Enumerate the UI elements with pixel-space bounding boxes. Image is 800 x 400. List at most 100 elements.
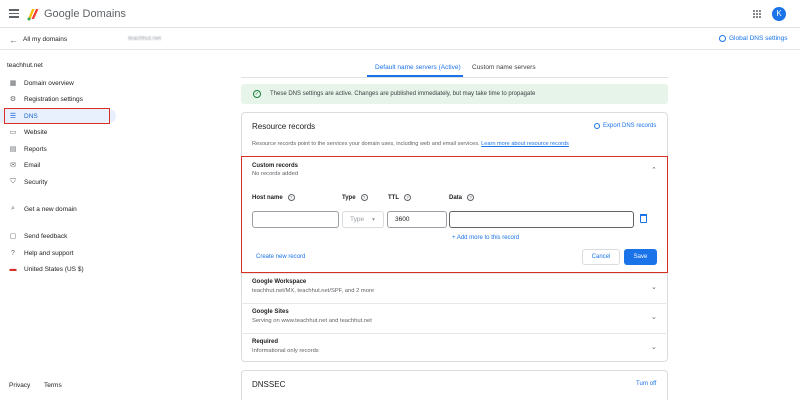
security-icon: ⛉ bbox=[10, 178, 16, 185]
website-icon: ▭ bbox=[9, 129, 17, 136]
sidebar-item-label: Domain overview bbox=[24, 79, 74, 87]
google-workspace-subtitle: teachhut.net/MX, teachhut.net/SPF, and 2… bbox=[252, 288, 375, 294]
export-label: Export DNS records bbox=[603, 123, 657, 129]
create-new-record-button[interactable]: Create new record bbox=[256, 254, 305, 260]
learn-more-link[interactable]: Learn more about resource records bbox=[481, 141, 569, 147]
dnssec-card bbox=[241, 370, 668, 400]
cancel-button[interactable]: Cancel bbox=[582, 249, 620, 265]
required-records-title[interactable]: Required bbox=[252, 339, 278, 345]
dropdown-arrow-icon: ▼ bbox=[371, 216, 376, 223]
sidebar-item-label: Security bbox=[24, 178, 48, 186]
sidebar-item-label: Get a new domain bbox=[24, 205, 77, 213]
google-sites-subtitle: Serving on www.teachhut.net and teachhut… bbox=[252, 318, 372, 324]
chevron-up-icon[interactable]: ⌃ bbox=[651, 166, 657, 174]
sidebar-item-security[interactable]: ⛉ Security bbox=[0, 175, 116, 189]
sidebar-item-email[interactable]: ✉ Email bbox=[0, 158, 116, 172]
globe-icon bbox=[719, 35, 726, 42]
data-label: Data? bbox=[449, 194, 475, 201]
global-dns-settings-link[interactable]: Global DNS settings bbox=[719, 35, 788, 42]
site-name: teachhut.net bbox=[7, 62, 43, 69]
search-icon: ⌕ bbox=[11, 205, 15, 212]
reports-icon: ▤ bbox=[9, 146, 17, 153]
dns-active-banner: ✓ These DNS settings are active. Changes… bbox=[241, 84, 668, 104]
sidebar-item-get-new-domain[interactable]: ⌕ Get a new domain bbox=[0, 202, 116, 216]
sidebar-item-label: Registration settings bbox=[24, 95, 83, 103]
email-icon: ✉ bbox=[10, 162, 16, 169]
section-divider bbox=[241, 273, 668, 274]
all-domains-link[interactable]: All my domains bbox=[23, 36, 67, 43]
banner-text: These DNS settings are active. Changes a… bbox=[270, 91, 536, 97]
sidebar-item-registration-settings[interactable]: ⚙ Registration settings bbox=[0, 92, 116, 106]
feedback-icon: ▢ bbox=[9, 233, 17, 240]
sidebar-item-label: Help and support bbox=[24, 249, 74, 257]
section-divider bbox=[241, 303, 668, 304]
type-select[interactable]: Type ▼ bbox=[342, 211, 384, 228]
dns-highlight-box bbox=[4, 108, 110, 124]
help-icon[interactable]: ? bbox=[404, 194, 411, 201]
host-name-label: Host name? bbox=[252, 194, 295, 201]
help-icon[interactable]: ? bbox=[360, 194, 368, 201]
domain-breadcrumb: teachhut.net bbox=[128, 36, 162, 42]
chevron-down-icon[interactable]: ⌄ bbox=[651, 313, 657, 321]
save-button[interactable]: Save bbox=[624, 249, 657, 265]
ttl-text: TTL bbox=[388, 194, 399, 201]
ttl-label: TTL? bbox=[388, 194, 411, 201]
google-sites-title[interactable]: Google Sites bbox=[252, 309, 289, 315]
sidebar-item-send-feedback[interactable]: ▢ Send feedback bbox=[0, 229, 116, 243]
data-input[interactable] bbox=[449, 211, 634, 228]
check-circle-icon: ✓ bbox=[253, 90, 261, 98]
top-app-bar: Google Domains K bbox=[0, 0, 800, 28]
us-flag-icon: ▬ bbox=[9, 265, 17, 273]
tab-default-name-servers[interactable]: Default name servers (Active) bbox=[375, 64, 461, 71]
turn-off-dnssec-button[interactable]: Turn off bbox=[636, 381, 656, 387]
type-text: Type bbox=[342, 194, 356, 201]
trash-icon[interactable] bbox=[640, 214, 647, 223]
sidebar-item-label: Send feedback bbox=[24, 232, 68, 240]
help-icon[interactable]: ? bbox=[287, 194, 295, 201]
back-arrow-icon[interactable]: ← bbox=[9, 35, 18, 45]
menu-icon[interactable] bbox=[9, 9, 19, 18]
tabs-divider bbox=[241, 77, 668, 78]
resource-records-title: Resource records bbox=[252, 122, 316, 131]
custom-records-subtitle: No records added bbox=[252, 171, 299, 177]
help-icon: ? bbox=[11, 249, 15, 257]
tab-custom-name-servers[interactable]: Custom name servers bbox=[472, 64, 536, 71]
add-more-to-record-button[interactable]: + Add more to this record bbox=[452, 235, 519, 241]
chevron-down-icon[interactable]: ⌄ bbox=[651, 343, 657, 351]
sidebar-item-label: Website bbox=[24, 128, 48, 136]
settings-icon: ⚙ bbox=[9, 96, 17, 103]
google-workspace-title[interactable]: Google Workspace bbox=[252, 279, 306, 285]
sub-header bbox=[0, 28, 800, 50]
global-dns-label: Global DNS settings bbox=[729, 35, 788, 42]
chevron-down-icon[interactable]: ⌄ bbox=[651, 283, 657, 291]
description-text: Resource records point to the services y… bbox=[252, 141, 480, 147]
custom-records-title: Custom records bbox=[252, 163, 299, 169]
avatar[interactable]: K bbox=[772, 7, 786, 21]
sidebar-item-country[interactable]: ▬ United States (US $) bbox=[0, 262, 116, 276]
host-name-text: Host name bbox=[252, 194, 283, 201]
apps-grid-icon[interactable] bbox=[753, 10, 761, 18]
help-icon[interactable]: ? bbox=[467, 194, 475, 201]
data-text: Data bbox=[449, 194, 463, 201]
export-icon bbox=[594, 123, 600, 129]
export-dns-records-button[interactable]: Export DNS records bbox=[594, 123, 656, 129]
sidebar-item-label: Reports bbox=[24, 145, 47, 153]
sidebar-item-reports[interactable]: ▤ Reports bbox=[0, 142, 116, 156]
sidebar-item-label: Email bbox=[24, 161, 41, 169]
terms-link[interactable]: Terms bbox=[44, 382, 62, 389]
sidebar-item-label: United States (US $) bbox=[24, 265, 84, 273]
brand-name: Google Domains bbox=[44, 8, 126, 20]
required-records-subtitle: Informational only records bbox=[252, 348, 319, 354]
host-name-input[interactable] bbox=[252, 211, 339, 228]
dnssec-title: DNSSEC bbox=[252, 380, 286, 389]
sidebar-item-website[interactable]: ▭ Website bbox=[0, 125, 116, 139]
resource-records-description: Resource records point to the services y… bbox=[252, 141, 569, 147]
privacy-link[interactable]: Privacy bbox=[9, 382, 30, 389]
type-label: Type? bbox=[342, 194, 368, 201]
sidebar-item-help-support[interactable]: ? Help and support bbox=[0, 246, 116, 260]
google-domains-logo bbox=[27, 9, 39, 21]
footer-links: Privacy Terms bbox=[9, 382, 74, 389]
ttl-input[interactable]: 3600 bbox=[387, 211, 447, 228]
domain-overview-icon: ▦ bbox=[9, 80, 17, 87]
sidebar-item-domain-overview[interactable]: ▦ Domain overview bbox=[0, 76, 116, 90]
